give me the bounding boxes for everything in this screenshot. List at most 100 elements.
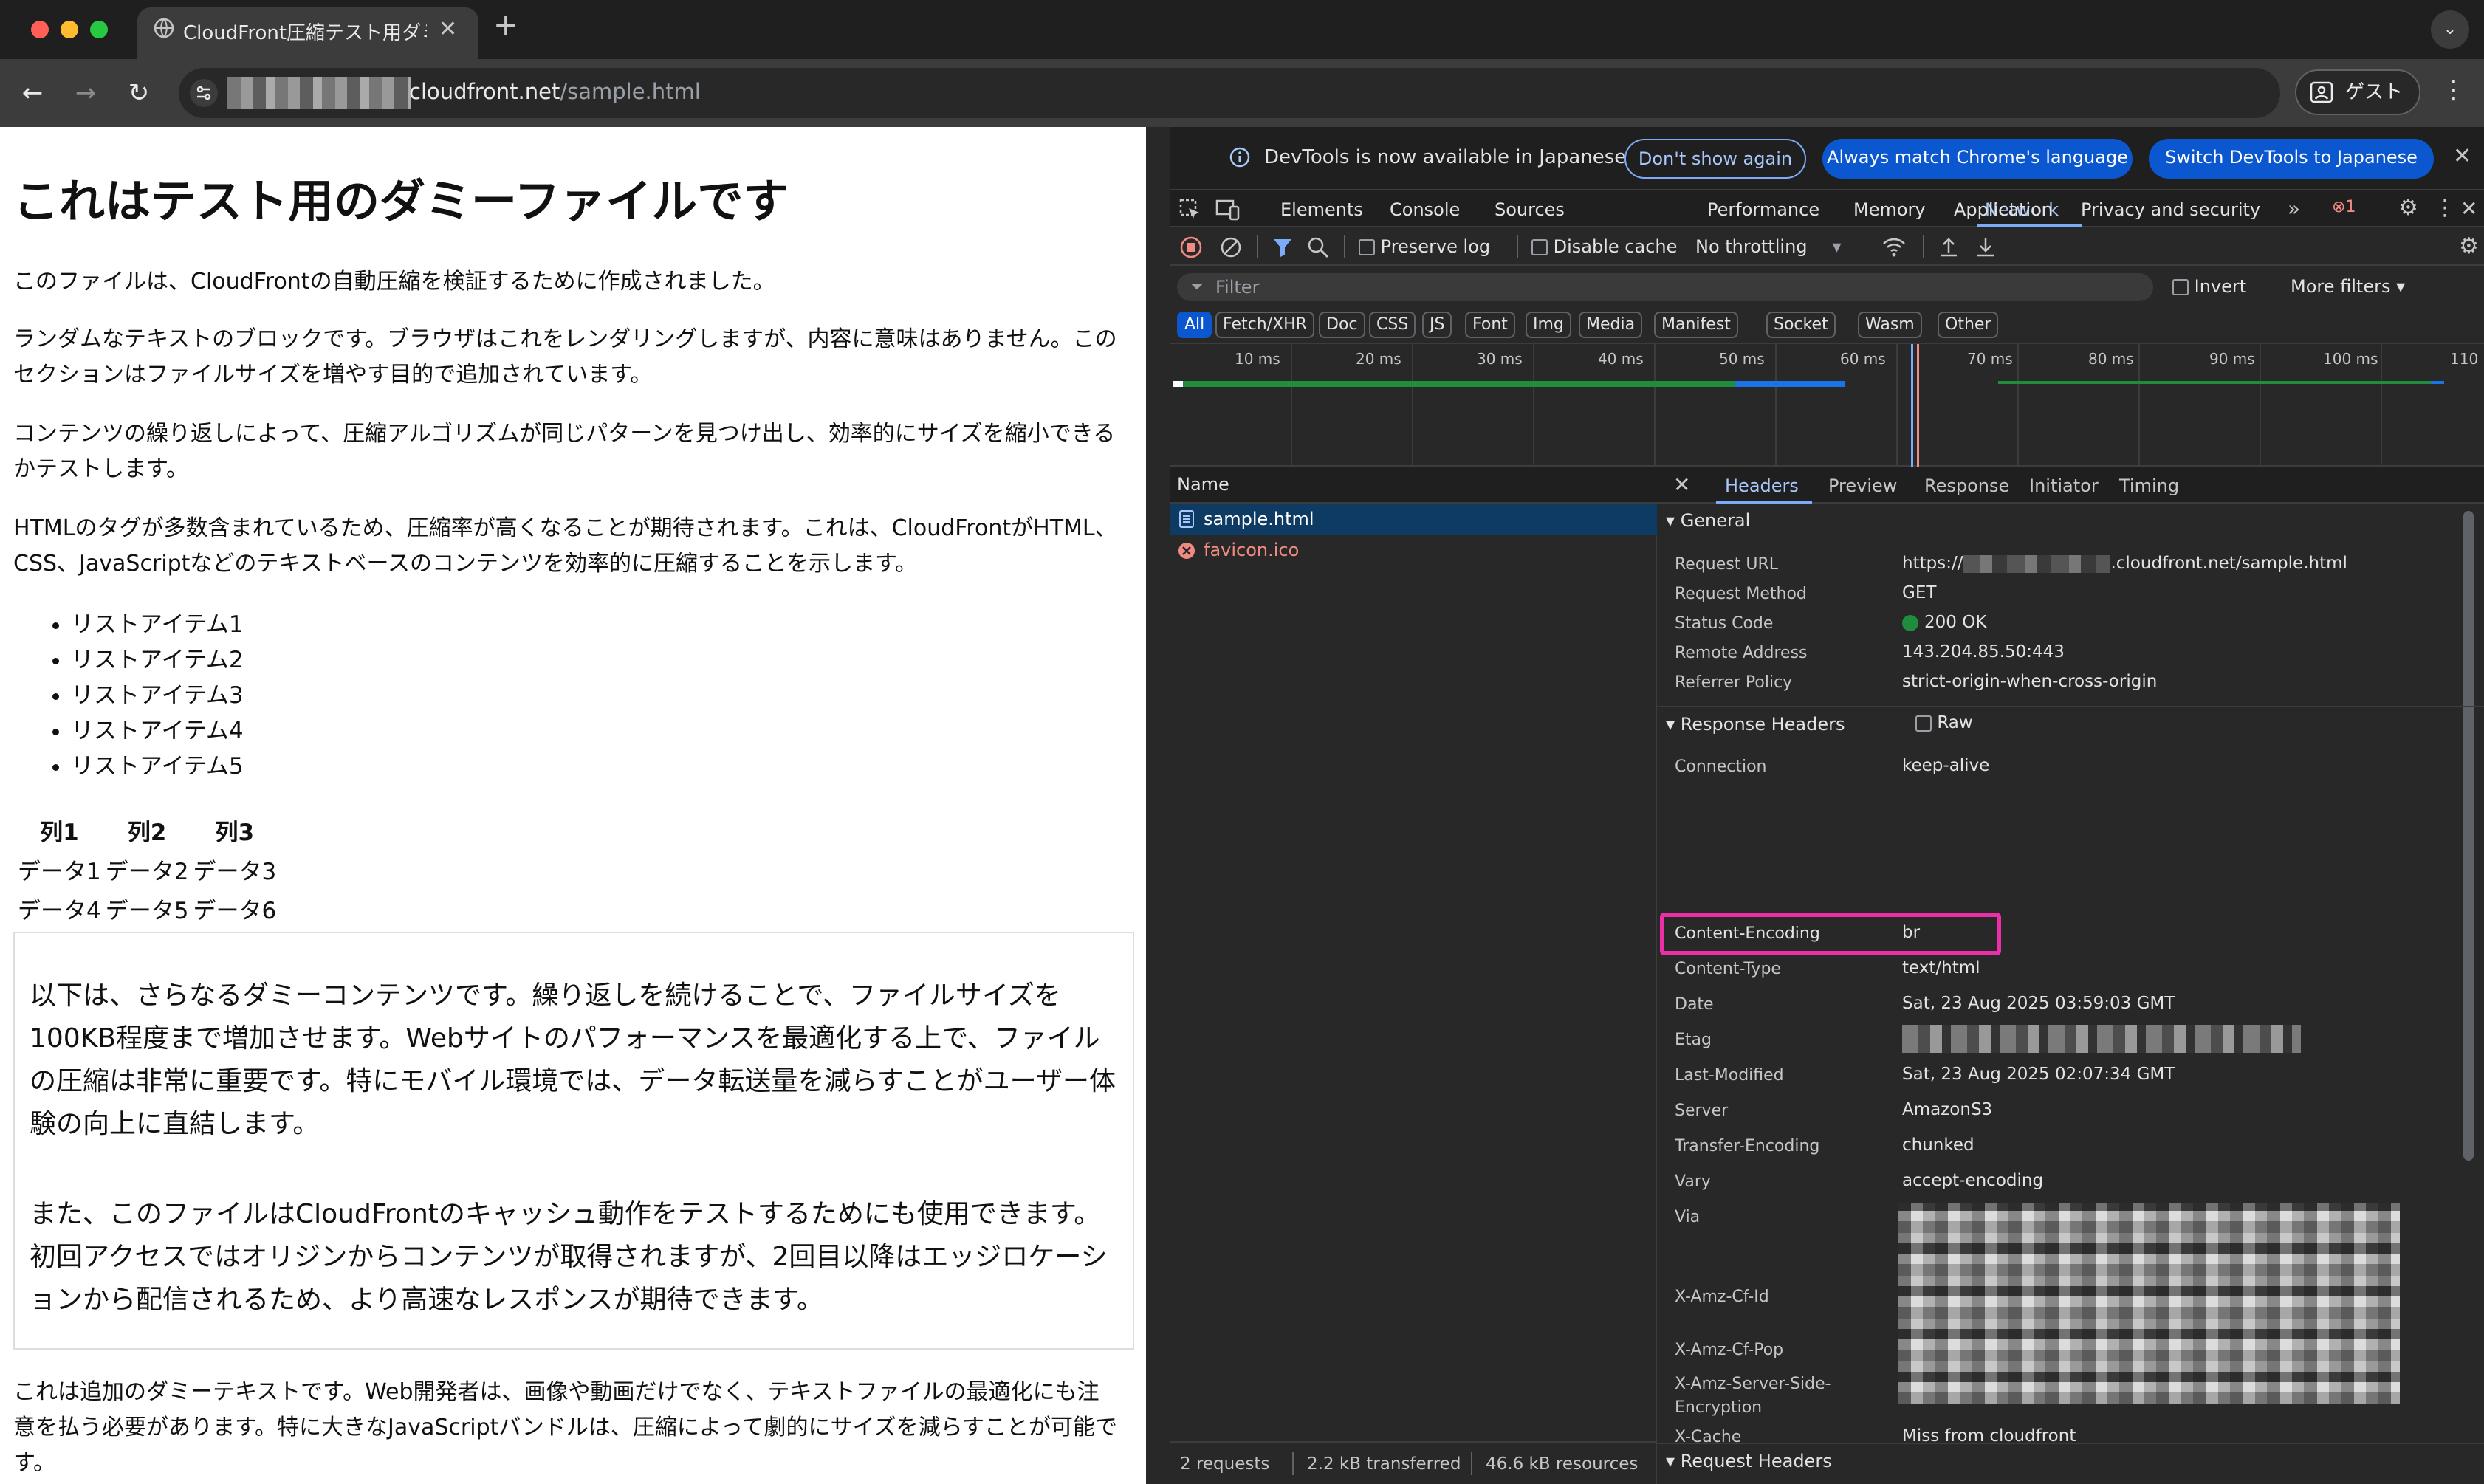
filter-input[interactable]: ⏷ Filter: [1177, 273, 2153, 301]
tab-console[interactable]: Console: [1390, 199, 1460, 220]
type-filter-all[interactable]: All: [1177, 312, 1212, 338]
search-icon[interactable]: [1307, 236, 1329, 258]
header-key: Request URL: [1675, 555, 1779, 574]
type-filter-other[interactable]: Other: [1938, 312, 1999, 338]
inspect-element-icon[interactable]: [1178, 198, 1202, 221]
name-column-header[interactable]: Name: [1170, 467, 1657, 504]
always-match-language-button[interactable]: Always match Chrome's language: [1822, 139, 2133, 179]
type-filter-js[interactable]: JS: [1422, 312, 1452, 338]
network-settings-icon[interactable]: ⚙: [2459, 233, 2479, 259]
filter-funnel-icon: ⏷: [1190, 278, 1204, 296]
site-info-icon[interactable]: [189, 78, 219, 108]
header-value: strict-origin-when-cross-origin: [1902, 672, 2158, 691]
header-value: GET: [1902, 583, 1937, 602]
type-filter-socket[interactable]: Socket: [1766, 312, 1836, 338]
export-har-icon[interactable]: [1974, 235, 1997, 258]
network-conditions-icon[interactable]: [1881, 235, 1907, 258]
tab-sources[interactable]: Sources: [1495, 199, 1565, 220]
profile-button[interactable]: ゲスト: [2295, 69, 2420, 115]
request-name: sample.html: [1204, 509, 1314, 529]
settings-gear-icon[interactable]: ⚙: [2398, 195, 2418, 221]
clear-icon[interactable]: [1220, 236, 1242, 258]
error-badge[interactable]: ⊗1: [2332, 198, 2356, 216]
checkbox-box[interactable]: [1531, 239, 1548, 255]
error-circle-icon: [1177, 541, 1196, 560]
dont-show-again-button[interactable]: Don't show again: [1624, 139, 1806, 179]
tab-headers[interactable]: Headers: [1725, 475, 1799, 496]
more-filters-dropdown[interactable]: More filters ▾: [2291, 276, 2405, 297]
table-header-row: 列1 列2 列3: [18, 814, 276, 847]
close-banner-icon[interactable]: ✕: [2453, 143, 2471, 169]
type-filter-img[interactable]: Img: [1526, 312, 1571, 338]
new-tab-icon[interactable]: +: [493, 10, 518, 40]
general-section-header[interactable]: ▾ General: [1657, 504, 2484, 537]
tab-performance[interactable]: Performance: [1707, 199, 1819, 220]
resources-size: 46.6 kB resources: [1486, 1454, 1639, 1474]
device-toolbar-icon[interactable]: [1215, 198, 1241, 221]
record-icon[interactable]: [1180, 236, 1202, 258]
raw-checkbox[interactable]: Raw: [1915, 713, 1973, 732]
close-window-button[interactable]: [31, 21, 49, 38]
section-title: General: [1680, 510, 1751, 531]
invert-checkbox[interactable]: Invert: [2172, 276, 2246, 297]
checkbox-box[interactable]: [1915, 715, 1932, 732]
request-row-favicon[interactable]: favicon.ico: [1170, 535, 1657, 566]
type-filter-manifest[interactable]: Manifest: [1654, 312, 1738, 338]
tab-preview[interactable]: Preview: [1828, 475, 1897, 496]
browser-tab[interactable]: CloudFront圧縮テスト用ダミー ✕: [137, 7, 478, 59]
type-filter-wasm[interactable]: Wasm: [1858, 312, 1922, 338]
import-har-icon[interactable]: [1938, 235, 1960, 258]
type-filter-fetch-xhr[interactable]: Fetch/XHR: [1215, 312, 1314, 338]
collapse-triangle-icon: ▾: [1666, 714, 1675, 735]
tab-search-icon[interactable]: ⌄: [2431, 10, 2469, 49]
status-code-value: 200 OK: [1902, 613, 1986, 632]
response-headers-section-header[interactable]: ▾ Response Headers: [1657, 706, 2484, 740]
address-bar[interactable]: cloudfront.net/sample.html: [179, 68, 2280, 118]
disable-cache-checkbox[interactable]: Disable cache: [1531, 236, 1677, 257]
close-devtools-icon[interactable]: ✕: [2460, 196, 2477, 221]
detail-scrollbar[interactable]: [2463, 511, 2474, 1161]
more-tabs-icon[interactable]: »: [2288, 196, 2300, 221]
switch-to-japanese-button[interactable]: Switch DevTools to Japanese: [2149, 139, 2434, 179]
preserve-log-checkbox[interactable]: Preserve log: [1359, 236, 1490, 257]
request-row-sample-html[interactable]: sample.html: [1170, 504, 1657, 535]
status-code-text: 200 OK: [1924, 613, 1987, 632]
tab-timing[interactable]: Timing: [2119, 475, 2179, 496]
type-filter-doc[interactable]: Doc: [1319, 312, 1365, 338]
checkbox-box[interactable]: [2172, 279, 2189, 295]
zoom-window-button[interactable]: [90, 21, 108, 38]
tab-close-icon[interactable]: ✕: [439, 16, 457, 42]
type-filter-font[interactable]: Font: [1465, 312, 1515, 338]
url-suffix: .cloudfront.net/sample.html: [2110, 554, 2347, 573]
checkbox-box[interactable]: [1359, 239, 1375, 255]
devtools-menu-icon[interactable]: ⋮: [2434, 195, 2456, 221]
table-cell: データ5: [105, 898, 189, 924]
tab-privacy-security[interactable]: Privacy and security: [2081, 199, 2260, 220]
throttling-select[interactable]: No throttling ▾: [1695, 236, 1842, 257]
tick-label: 10 ms: [1235, 350, 1280, 368]
chrome-menu-icon[interactable]: ⋮: [2441, 75, 2466, 105]
header-key: Content-Type: [1675, 960, 1781, 978]
request-headers-section-header[interactable]: ▾ Request Headers: [1657, 1443, 2484, 1484]
back-arrow-icon[interactable]: ←: [15, 75, 50, 111]
reload-icon[interactable]: ↻: [121, 75, 157, 111]
tab-memory[interactable]: Memory: [1853, 199, 1926, 220]
minimize-window-button[interactable]: [61, 21, 78, 38]
filter-icon[interactable]: [1272, 236, 1294, 258]
request-bar-favicon: [1998, 381, 2431, 384]
tab-elements[interactable]: Elements: [1280, 199, 1363, 220]
page-heading: これはテスト用のダミーファイルです: [13, 174, 789, 228]
tab-initiator[interactable]: Initiator: [2029, 475, 2099, 496]
tab-application[interactable]: Application: [1954, 199, 2053, 220]
header-value: Sat, 23 Aug 2025 03:59:03 GMT: [1902, 994, 2175, 1013]
type-filter-css[interactable]: CSS: [1369, 312, 1416, 338]
blurred-etag: [1902, 1025, 2301, 1053]
grid-tick: [1896, 344, 1898, 467]
blurred-hostname: [227, 77, 411, 109]
network-overview[interactable]: 10 ms 20 ms 30 ms 40 ms 50 ms 60 ms 70 m…: [1170, 344, 2484, 467]
forward-arrow-icon[interactable]: →: [68, 75, 103, 111]
header-value: Sat, 23 Aug 2025 02:07:34 GMT: [1902, 1065, 2175, 1084]
close-detail-icon[interactable]: ✕: [1673, 473, 1690, 497]
tab-response[interactable]: Response: [1924, 475, 2009, 496]
type-filter-media[interactable]: Media: [1579, 312, 1643, 338]
